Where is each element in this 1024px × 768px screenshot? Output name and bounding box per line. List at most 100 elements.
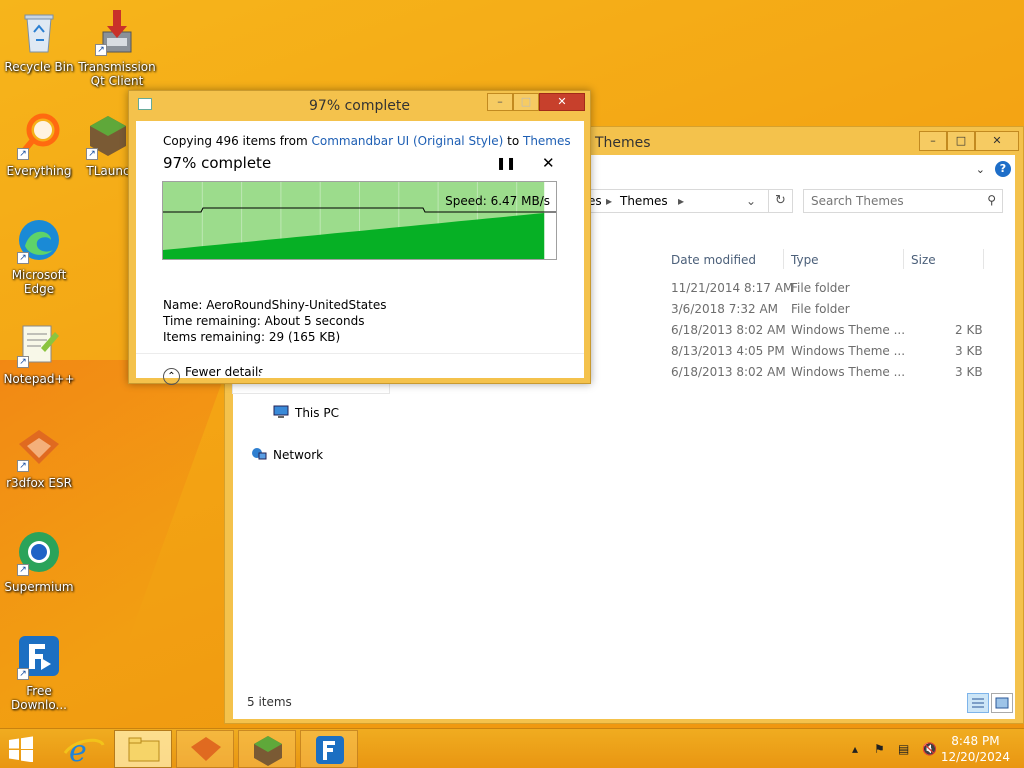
- dialog-maximize-button: □: [513, 93, 539, 111]
- desktop-icon-label: Everything: [6, 164, 72, 178]
- network-tray-icon[interactable]: ▤: [898, 742, 909, 756]
- volume-muted-icon[interactable]: 🔇: [922, 742, 937, 756]
- fewer-details-label: Fewer details: [185, 365, 265, 379]
- search-icon: ⚲: [987, 193, 996, 207]
- taskbar-free-download-manager[interactable]: [300, 730, 358, 768]
- cancel-copy-button[interactable]: ✕: [542, 154, 555, 172]
- everything-search-icon: ↗: [15, 112, 63, 160]
- time-label: Time remaining:: [163, 314, 261, 328]
- name-value: AeroRoundShiny-UnitedStates: [206, 298, 387, 312]
- r3dfox-icon: [191, 737, 221, 761]
- desktop-icon-label: Recycle Bin: [4, 60, 74, 74]
- close-button[interactable]: ✕: [975, 131, 1019, 151]
- large-icons-view-icon: [995, 697, 1009, 709]
- tlauncher-icon: ↗: [84, 112, 132, 160]
- free-download-manager-icon: [316, 736, 344, 764]
- copy-progress-dialog[interactable]: 97% complete – □ ✕ Copying 496 items fro…: [128, 90, 591, 385]
- large-icons-view-button[interactable]: [991, 693, 1013, 713]
- shortcut-arrow-icon: ↗: [95, 44, 107, 56]
- search-input[interactable]: [804, 190, 974, 212]
- percent-complete: 97% complete: [163, 154, 272, 172]
- action-center-flag-icon[interactable]: ⚑: [874, 742, 885, 756]
- show-hidden-icons-icon[interactable]: ▴: [852, 742, 858, 756]
- cell-date: 8/13/2013 4:05 PM: [671, 344, 785, 358]
- cell-date: 6/18/2013 8:02 AM: [671, 323, 786, 337]
- nav-label: This PC: [295, 406, 339, 420]
- shortcut-arrow-icon: ↗: [17, 356, 29, 368]
- transfer-speed-graph: Speed: 6.47 MB/s: [162, 181, 557, 260]
- cell-type: File folder: [791, 281, 850, 295]
- taskbar-ie[interactable]: e: [54, 730, 112, 768]
- desktop-icon-label: TLaunc: [86, 164, 130, 178]
- column-type[interactable]: Type: [791, 253, 819, 267]
- dialog-minimize-button[interactable]: –: [487, 93, 513, 111]
- status-bar-text: 5 items: [247, 695, 292, 709]
- window-title: Themes: [595, 135, 651, 151]
- pause-button[interactable]: ❚❚: [496, 156, 516, 170]
- breadcrumb-separator-icon: ▸: [678, 194, 685, 208]
- tlauncher-icon: [254, 736, 282, 766]
- desktop-icon-free-download-manager[interactable]: ↗ Free Downlo...: [0, 632, 78, 712]
- taskbar-r3dfox[interactable]: [176, 730, 234, 768]
- items-value: 29 (165 KB): [268, 330, 341, 344]
- taskbar: e ▴ ⚑ ▤ 🔇 8:48 PM 12/20/2024: [0, 728, 1024, 768]
- shortcut-arrow-icon: ↗: [17, 148, 29, 160]
- computer-icon: [273, 405, 289, 419]
- shortcut-arrow-icon: ↗: [17, 460, 29, 472]
- shortcut-arrow-icon: ↗: [17, 564, 29, 576]
- divider: [136, 353, 584, 354]
- desktop-icon-everything[interactable]: ↗ Everything: [0, 112, 78, 178]
- clock-date: 12/20/2024: [940, 750, 1010, 764]
- items-label: Items remaining:: [163, 330, 266, 344]
- desktop-icon-label: Transmission Qt Client: [78, 60, 156, 88]
- search-box[interactable]: ⚲: [803, 189, 1003, 213]
- maximize-button[interactable]: □: [947, 131, 975, 151]
- internet-explorer-icon: e: [63, 734, 105, 768]
- chevron-down-icon[interactable]: ⌄: [976, 163, 985, 176]
- speed-label: Speed: 6.47 MB/s: [445, 194, 550, 208]
- column-divider: [783, 249, 784, 269]
- chevron-up-icon: ⌃: [163, 368, 180, 385]
- refresh-icon[interactable]: ↻: [768, 190, 792, 212]
- details-view-icon: [972, 698, 984, 708]
- desktop-icon-supermium[interactable]: ↗ Supermium: [0, 528, 78, 594]
- dialog-close-button[interactable]: ✕: [539, 93, 585, 111]
- desktop-icon-label: Notepad++: [3, 372, 75, 386]
- help-icon[interactable]: ?: [995, 161, 1011, 177]
- desktop-icon-label: r3dfox ESR: [6, 476, 72, 490]
- details-view-button[interactable]: [967, 693, 989, 713]
- column-size[interactable]: Size: [911, 253, 936, 267]
- cell-date: 11/21/2014 8:17 AM: [671, 281, 794, 295]
- system-clock[interactable]: 8:48 PM 12/20/2024: [941, 733, 1010, 765]
- fewer-details-button[interactable]: ⌃ Fewer details: [163, 365, 265, 385]
- shortcut-arrow-icon: ↗: [17, 668, 29, 680]
- taskbar-file-explorer[interactable]: [114, 730, 172, 768]
- taskbar-tlauncher[interactable]: [238, 730, 296, 768]
- start-button[interactable]: [8, 736, 34, 763]
- cell-type: Windows Theme ...: [791, 323, 906, 337]
- breadcrumb-current[interactable]: Themes: [620, 194, 668, 208]
- desktop-icon-label: Microsoft Edge: [11, 268, 67, 296]
- recycle-bin-icon: [15, 8, 63, 56]
- r3dfox-icon: ↗: [15, 424, 63, 472]
- column-divider: [983, 249, 984, 269]
- shortcut-arrow-icon: ↗: [17, 252, 29, 264]
- cell-date: 6/18/2013 8:02 AM: [671, 365, 786, 379]
- address-dropdown-icon[interactable]: ⌄: [746, 194, 756, 208]
- desktop-icon-r3dfox[interactable]: ↗ r3dfox ESR: [0, 424, 78, 490]
- desktop-icon-transmission[interactable]: ↗ Transmission Qt Client: [78, 8, 156, 88]
- nav-this-pc[interactable]: This PC: [273, 405, 339, 420]
- folder-icon: [128, 737, 160, 762]
- detail-time: Time remaining: About 5 seconds: [163, 314, 364, 328]
- minimize-button[interactable]: –: [919, 131, 947, 151]
- destination-link[interactable]: Themes: [523, 134, 571, 148]
- mouse-cursor-icon: [260, 356, 276, 376]
- nav-network[interactable]: Network: [251, 447, 323, 462]
- desktop-icon-label: Supermium: [4, 580, 74, 594]
- cell-date: 3/6/2018 7:32 AM: [671, 302, 779, 316]
- desktop-icon-recycle-bin[interactable]: Recycle Bin: [0, 8, 78, 74]
- desktop-icon-edge[interactable]: ↗ Microsoft Edge: [0, 216, 78, 296]
- desktop-icon-notepad-plus-plus[interactable]: ↗ Notepad++: [0, 320, 78, 386]
- source-link[interactable]: Commandbar UI (Original Style): [311, 134, 503, 148]
- column-date-modified[interactable]: Date modified: [671, 253, 756, 267]
